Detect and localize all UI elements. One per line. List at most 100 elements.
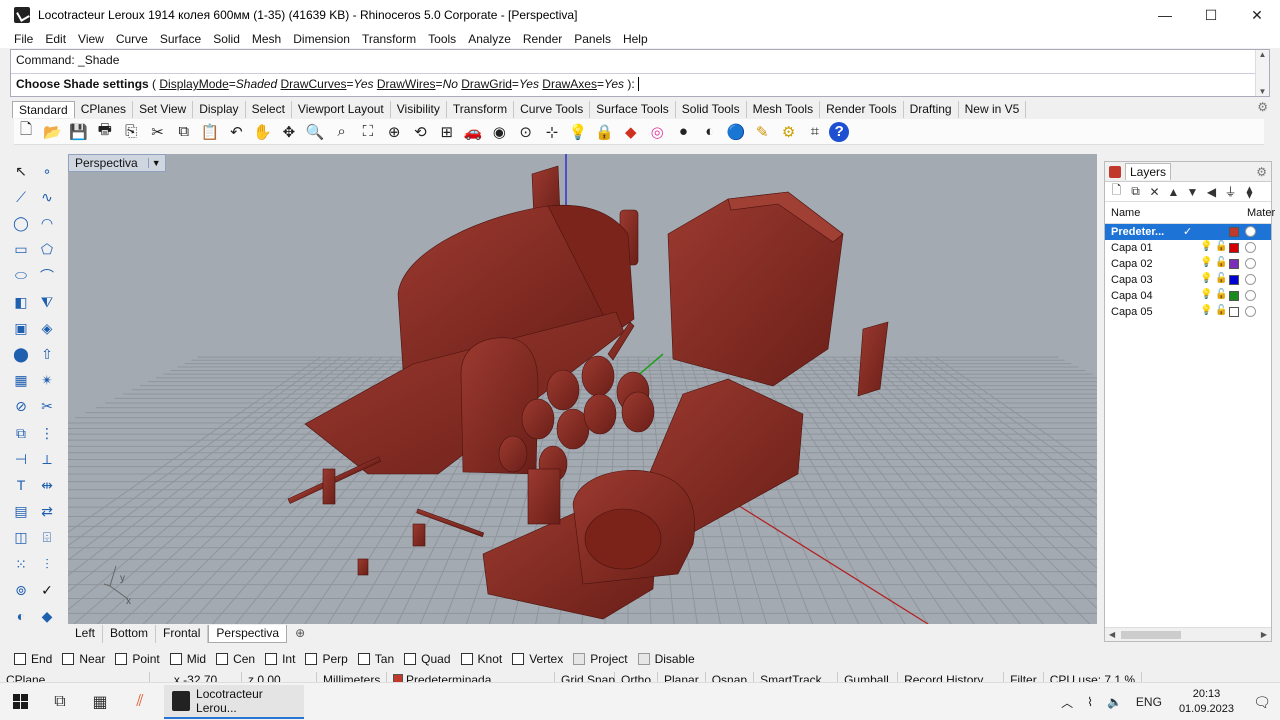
move-up-icon[interactable]: ▲	[1164, 185, 1183, 199]
osnap-int[interactable]: Int	[265, 652, 295, 666]
zoom-icon[interactable]: 🔍	[303, 121, 327, 143]
layer-visible-bulb-icon[interactable]: 💡	[1200, 273, 1212, 284]
osnap-cen[interactable]: Cen	[216, 652, 255, 666]
boolean-icon[interactable]: ◈	[36, 317, 58, 339]
osnap-perp[interactable]: Perp	[305, 652, 348, 666]
mesh-icon[interactable]: ▦	[10, 370, 32, 392]
menu-edit[interactable]: Edit	[39, 32, 72, 46]
menu-curve[interactable]: Curve	[110, 32, 154, 46]
menu-solid[interactable]: Solid	[207, 32, 246, 46]
calculator-icon[interactable]: ▦	[80, 683, 120, 720]
extrude-icon[interactable]: ⇧	[36, 343, 58, 365]
grid-icon[interactable]: ⊹	[540, 121, 564, 143]
cage-icon[interactable]: ⌹	[36, 527, 58, 549]
osnap-checkbox[interactable]	[265, 653, 278, 665]
render-tool-icon[interactable]: ◐	[10, 605, 32, 627]
text-icon[interactable]: T	[10, 474, 32, 496]
move-parent-icon[interactable]: ◀	[1202, 185, 1221, 199]
toolbar-tab-cplanes[interactable]: CPlanes	[75, 101, 134, 118]
layer-color-swatch[interactable]	[1229, 291, 1239, 301]
solid-tools-icon[interactable]: ◫	[10, 527, 32, 549]
paste-icon[interactable]: 📋	[198, 121, 222, 143]
rectangle-icon[interactable]: ▭	[10, 239, 32, 261]
toolbar-tab-new-in-v5[interactable]: New in V5	[959, 101, 1027, 118]
layer-visible-bulb-icon[interactable]: 💡	[1200, 305, 1212, 316]
toolbar-tab-standard[interactable]: Standard	[12, 101, 75, 118]
undo-icon[interactable]: ↶	[224, 121, 248, 143]
toolbar-tab-select[interactable]: Select	[246, 101, 292, 118]
join-icon[interactable]: ⊣	[10, 448, 32, 470]
shaded-sphere-icon[interactable]: ◐	[698, 121, 722, 143]
colorful-app-icon[interactable]: ⫽	[120, 683, 160, 720]
grid-array-icon[interactable]: ⁙	[10, 553, 32, 575]
transform-icon[interactable]: ⇄	[36, 501, 58, 523]
viewport-tab-perspectiva[interactable]: Perspectiva	[208, 625, 288, 643]
menu-render[interactable]: Render	[517, 32, 568, 46]
maximize-button[interactable]: ☐	[1188, 0, 1234, 30]
trim-icon[interactable]: ✂	[36, 396, 58, 418]
osnap-checkbox[interactable]	[637, 653, 650, 665]
circle-icon[interactable]: ◯	[10, 212, 32, 234]
menu-mesh[interactable]: Mesh	[246, 32, 287, 46]
surface-icon[interactable]: ◧	[10, 291, 32, 313]
toolbar-tab-set-view[interactable]: Set View	[133, 101, 194, 118]
osnap-point[interactable]: Point	[115, 652, 160, 666]
osnap-knot[interactable]: Knot	[460, 652, 502, 666]
render-sphere-icon[interactable]: 🔵	[724, 121, 748, 143]
command-option-drawcurves[interactable]: DrawCurves=Yes	[280, 77, 373, 91]
osnap-end[interactable]: End	[14, 652, 52, 666]
toolbar-tab-curve-tools[interactable]: Curve Tools	[514, 101, 591, 118]
osnap-checkbox[interactable]	[216, 653, 229, 665]
layer-row[interactable]: Capa 02 💡 🔓	[1105, 256, 1271, 272]
toolbar-tab-visibility[interactable]: Visibility	[391, 101, 447, 118]
command-prompt[interactable]: Choose Shade settings ( DisplayMode=Shad…	[11, 74, 1269, 96]
point-icon[interactable]: ∘	[36, 160, 58, 182]
split-icon[interactable]: ⊘	[10, 396, 32, 418]
layer-material-icon[interactable]	[1245, 226, 1256, 237]
align-icon[interactable]: ⫶	[36, 553, 58, 575]
material-tool-icon[interactable]: ◆	[36, 605, 58, 627]
osnap-quad[interactable]: Quad	[404, 652, 451, 666]
polyline-icon[interactable]: ⟋	[10, 186, 32, 208]
add-viewport-tab-icon[interactable]: ⊕	[287, 625, 313, 643]
menu-view[interactable]: View	[72, 32, 110, 46]
command-scrollbar[interactable]: ▲ ▼	[1255, 50, 1269, 96]
sphere-icon[interactable]: ●	[671, 121, 695, 143]
osnap-checkbox[interactable]	[115, 653, 128, 665]
analyze-icon[interactable]: ⊚	[10, 579, 32, 601]
toolbar-tab-render-tools[interactable]: Render Tools	[820, 101, 904, 118]
box-icon[interactable]: ▣	[10, 317, 32, 339]
layer-color-swatch[interactable]	[1229, 307, 1239, 317]
notifications-icon[interactable]: 🗨	[1244, 683, 1280, 720]
select-arrow-icon[interactable]: ↖	[10, 160, 32, 182]
delete-layer-icon[interactable]: ✕	[1145, 185, 1164, 199]
hierarchy-icon[interactable]: ⌗	[803, 121, 827, 143]
layer-unlock-icon[interactable]: 🔓	[1215, 241, 1227, 252]
toolbar-tab-solid-tools[interactable]: Solid Tools	[676, 101, 747, 118]
new-layer-icon[interactable]: 🗋	[1107, 181, 1126, 202]
arc-icon[interactable]: ◠	[36, 212, 58, 234]
zoom-window-icon[interactable]: ⌕	[330, 121, 354, 143]
cut-icon[interactable]: ✂	[145, 121, 169, 143]
rotate-view-icon[interactable]: ⟲	[408, 121, 432, 143]
osnap-checkbox[interactable]	[404, 653, 417, 665]
wifi-icon[interactable]: ⌇	[1080, 695, 1100, 709]
layer-row[interactable]: Predeter... ✓	[1105, 224, 1271, 240]
new-sublayer-icon[interactable]: ⧉	[1126, 184, 1145, 199]
layer-row[interactable]: Capa 03 💡 🔓	[1105, 272, 1271, 288]
pan-hand-icon[interactable]: ✋	[251, 121, 275, 143]
toolbar-tab-display[interactable]: Display	[193, 101, 246, 118]
layers-scrollbar[interactable]: ◀ ▶	[1105, 627, 1271, 641]
command-option-drawwires[interactable]: DrawWires=No	[377, 77, 458, 91]
minimize-button[interactable]: —	[1142, 0, 1188, 30]
osnap-checkbox[interactable]	[169, 653, 182, 665]
car-icon[interactable]: 🚗	[461, 121, 485, 143]
offset-icon[interactable]: ⟂	[36, 448, 58, 470]
toolbar-tab-mesh-tools[interactable]: Mesh Tools	[747, 101, 821, 118]
osnap-tan[interactable]: Tan	[357, 652, 394, 666]
language-indicator[interactable]: ENG	[1129, 695, 1169, 709]
lock-icon[interactable]: 🔒	[593, 121, 617, 143]
menu-tools[interactable]: Tools	[422, 32, 462, 46]
fillet-icon[interactable]: ⌒	[36, 265, 58, 287]
task-view-icon[interactable]: ⧉	[40, 683, 80, 720]
